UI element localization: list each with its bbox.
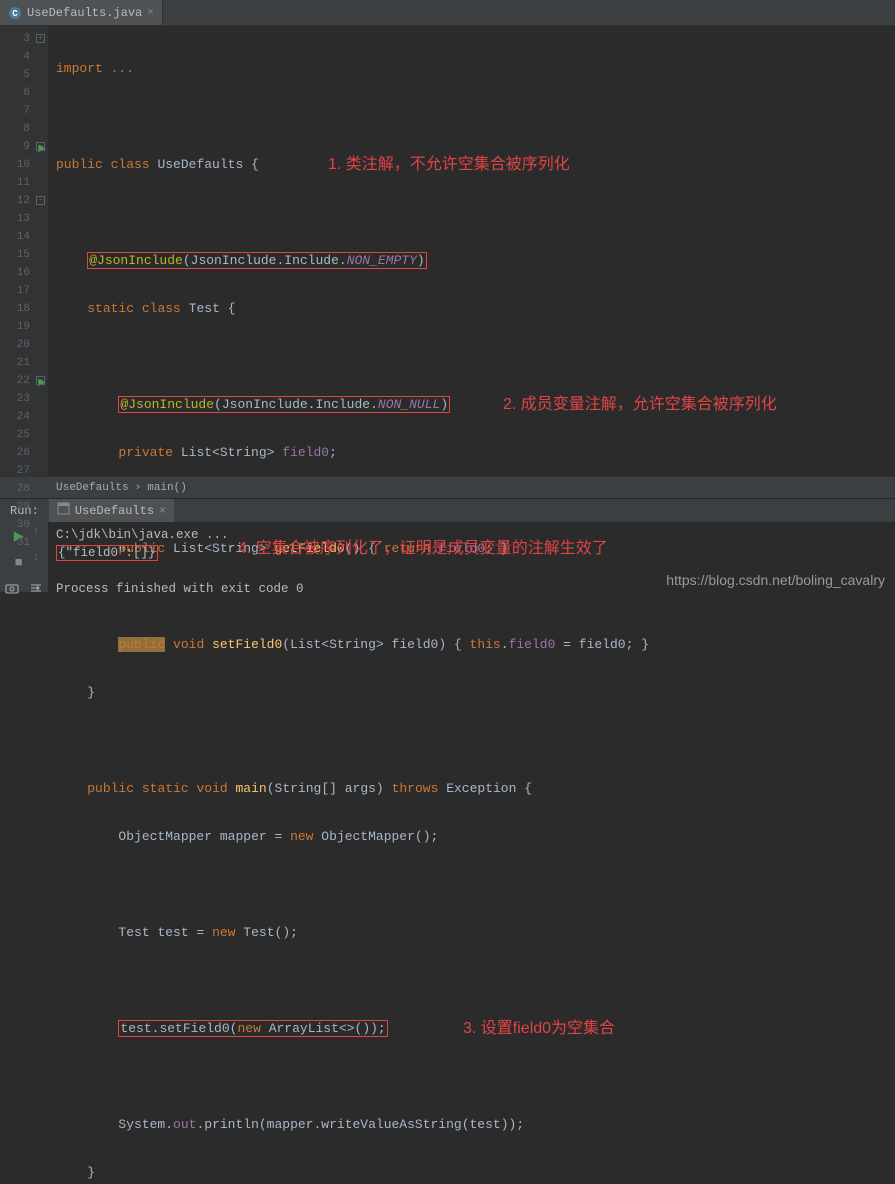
fold-icon[interactable]: −: [36, 142, 45, 151]
watermark: https://blog.csdn.net/boling_cavalry: [666, 572, 885, 588]
tab-label: UseDefaults.java: [27, 6, 142, 20]
stop-icon[interactable]: ■: [9, 552, 29, 572]
red-box-2: @JsonInclude(JsonInclude.Include.NON_NUL…: [118, 396, 450, 413]
annotation-4: 4. 空集合被序列化了，证明是成员变量的注解生效了: [238, 540, 608, 558]
console-output[interactable]: C:\jdk\bin\java.exe ... {"field0":[]}4. …: [48, 522, 895, 592]
red-box-3: test.setField0(new ArrayList<>());: [118, 1020, 387, 1037]
annotation-2: 2. 成员变量注解，允许空集合被序列化: [503, 396, 777, 414]
code-content[interactable]: import ... public class UseDefaults {1. …: [48, 26, 895, 476]
camera-icon[interactable]: [2, 578, 22, 598]
red-box-1: @JsonInclude(JsonInclude.Include.NON_EMP…: [87, 252, 427, 269]
fold-icon[interactable]: −: [36, 196, 45, 205]
fold-icon[interactable]: −: [36, 376, 45, 385]
fold-icon[interactable]: +: [36, 34, 45, 43]
editor-tab-bar: C UseDefaults.java ×: [0, 0, 895, 26]
annotation-3: 3. 设置field0为空集合: [463, 1020, 615, 1038]
close-icon[interactable]: ×: [147, 7, 154, 19]
line-gutter: 3+456789▶−101112−13141516171819202122▶−2…: [0, 26, 48, 476]
file-tab[interactable]: C UseDefaults.java ×: [0, 0, 163, 25]
console: ▶ ↑ ■ ↓ C:\jdk\bin\java.exe ... {"field0…: [0, 522, 895, 592]
editor: 3+456789▶−101112−13141516171819202122▶−2…: [0, 26, 895, 476]
java-class-icon: C: [8, 6, 22, 20]
down-arrow-icon[interactable]: ↓: [33, 552, 40, 572]
red-box-4: {"field0":[]}: [56, 545, 158, 561]
svg-text:C: C: [12, 9, 18, 19]
wrap-icon[interactable]: [26, 578, 46, 598]
annotation-1: 1. 类注解，不允许空集合被序列化: [328, 156, 570, 174]
